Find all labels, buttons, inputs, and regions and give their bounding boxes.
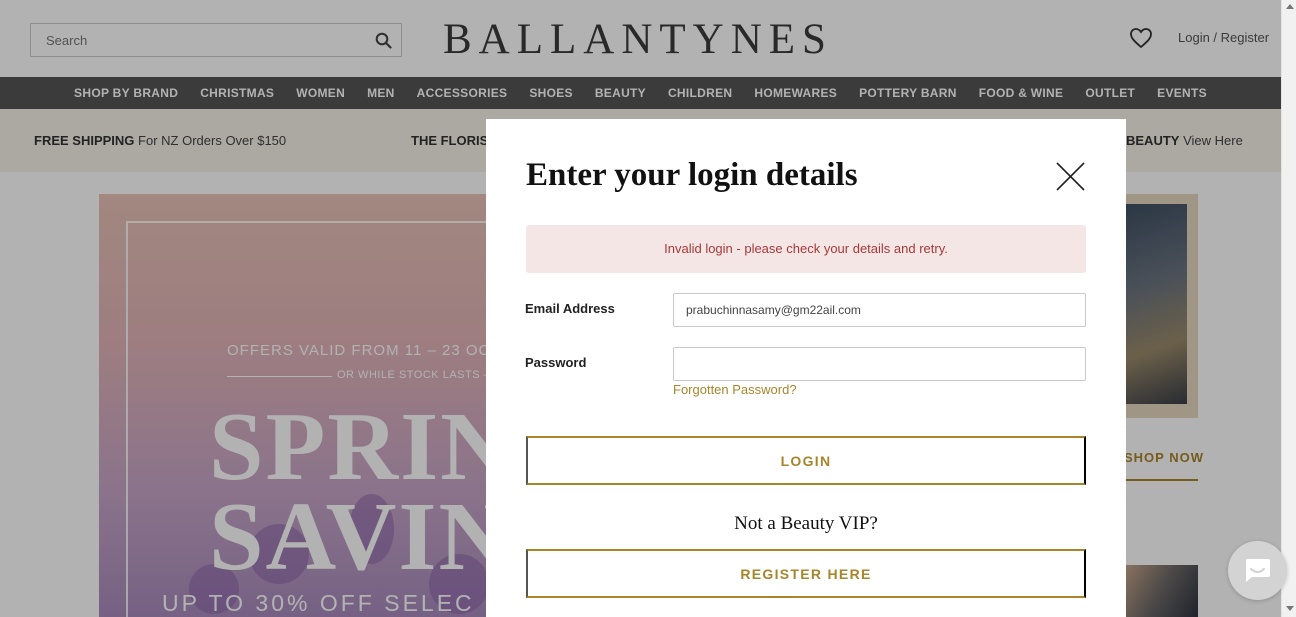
scroll-up-arrow-icon[interactable] bbox=[1286, 4, 1294, 9]
password-label: Password bbox=[525, 355, 587, 370]
close-icon[interactable] bbox=[1056, 162, 1085, 191]
email-field[interactable] bbox=[673, 293, 1086, 327]
chat-widget-button[interactable] bbox=[1228, 541, 1287, 600]
modal-title: Enter your login details bbox=[526, 157, 858, 193]
chat-icon bbox=[1245, 559, 1270, 582]
forgot-password-link[interactable]: Forgotten Password? bbox=[673, 382, 797, 397]
register-button[interactable]: REGISTER HERE bbox=[526, 549, 1086, 598]
scroll-down-arrow-icon[interactable] bbox=[1286, 606, 1294, 611]
email-label: Email Address bbox=[525, 301, 615, 316]
not-vip-text: Not a Beauty VIP? bbox=[734, 513, 878, 534]
login-modal: Enter your login details Invalid login -… bbox=[486, 119, 1126, 617]
password-field[interactable] bbox=[673, 347, 1086, 381]
login-button[interactable]: LOGIN bbox=[526, 436, 1086, 485]
page-scrollbar[interactable] bbox=[1281, 0, 1296, 617]
login-error-message: Invalid login - please check your detail… bbox=[526, 225, 1086, 273]
